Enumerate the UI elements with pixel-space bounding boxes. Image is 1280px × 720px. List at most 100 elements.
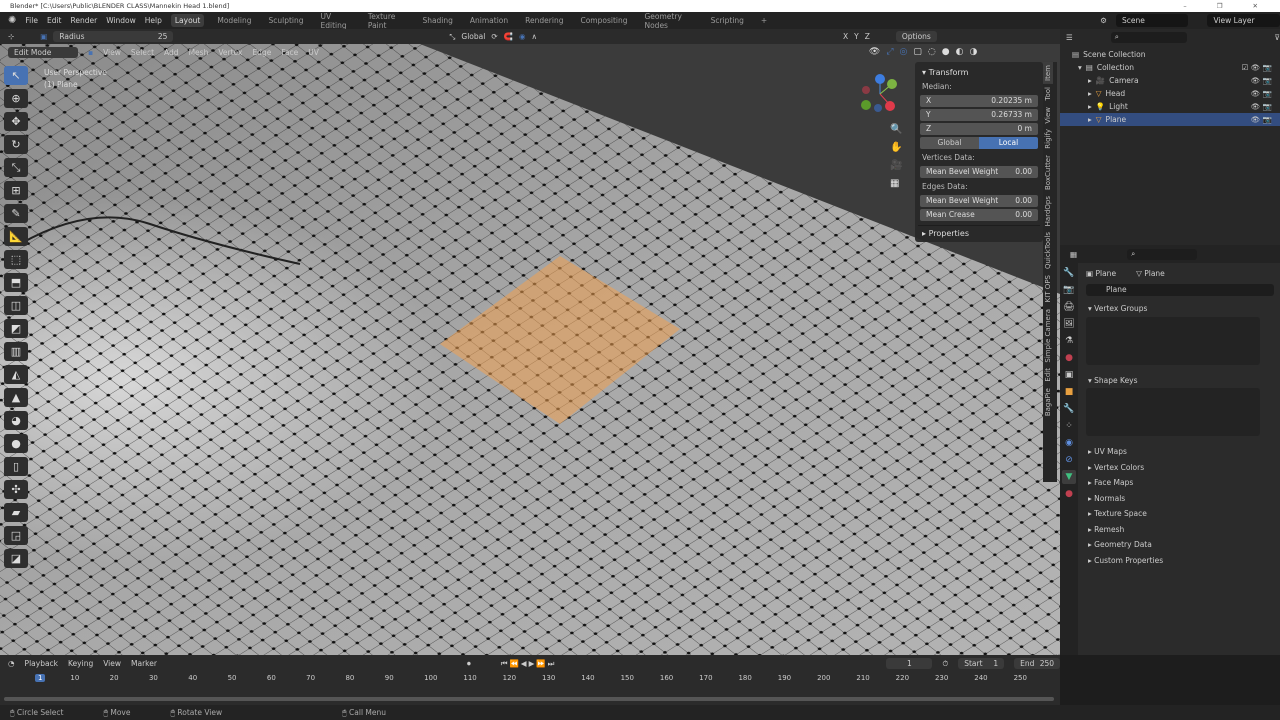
pan-hand-icon[interactable]: ✋ [890, 142, 902, 153]
collection-row[interactable]: ▾ ▤ Collection ☑ 👁 📷 [1060, 61, 1280, 74]
remesh-section[interactable]: ▸ Remesh [1080, 522, 1280, 538]
start-frame-field[interactable]: Start 1 [958, 658, 1005, 669]
face-maps-section[interactable]: ▸ Face Maps [1080, 475, 1280, 491]
gizmo-icon[interactable]: ⤢ [886, 47, 893, 57]
editor-type-icon[interactable]: ▦ [1070, 250, 1077, 259]
menu-mesh[interactable]: Mesh [189, 48, 209, 57]
bevel-tool-icon[interactable]: ◩ [4, 319, 28, 338]
view-menu[interactable]: View [103, 659, 121, 668]
tab-quicktools[interactable]: QuickTools [1043, 229, 1053, 272]
object-crumb[interactable]: ▣ Plane [1086, 269, 1116, 278]
tool-icon[interactable]: ⊹ [8, 32, 14, 41]
mirror-x[interactable]: X [843, 32, 848, 41]
falloff-icon[interactable]: ∧ [532, 32, 538, 41]
collection-tab-icon[interactable]: ▣ [1062, 368, 1076, 382]
visibility-eye-icon[interactable]: ☑ 👁 📷 [1242, 61, 1280, 74]
visibility-eye-icon[interactable]: 👁 📷 [1251, 100, 1280, 113]
expand-icon[interactable]: ▾ [1078, 61, 1082, 74]
object-tab-icon[interactable]: ■ [1062, 385, 1076, 399]
visibility-eye-icon[interactable]: 👁 📷 [1251, 87, 1280, 100]
visibility-icon[interactable]: 👁 [869, 47, 880, 57]
local-button[interactable]: Local [979, 137, 1038, 149]
tab-view[interactable]: View [1043, 104, 1053, 127]
geometry-data-section[interactable]: ▸ Geometry Data [1080, 537, 1280, 553]
output-tab-icon[interactable]: 🖨 [1062, 300, 1076, 314]
particles-tab-icon[interactable]: ⁘ [1062, 419, 1076, 433]
proportional-edit-icon[interactable]: ◉ [519, 32, 526, 41]
vertex-colors-section[interactable]: ▸ Vertex Colors [1080, 460, 1280, 476]
mesh-crumb[interactable]: ▽ Plane [1136, 269, 1165, 278]
select-mode-vertex-icon[interactable]: ▪ [88, 48, 93, 57]
mirror-z[interactable]: Z [865, 32, 870, 41]
menu-select[interactable]: Select [131, 48, 154, 57]
tab-tool[interactable]: Tool [1043, 84, 1053, 104]
physics-tab-icon[interactable]: ◉ [1062, 436, 1076, 450]
tab-sculpting[interactable]: Sculpting [265, 14, 308, 27]
shear-tool-icon[interactable]: ▰ [4, 503, 28, 522]
loop-cut-tool-icon[interactable]: ▥ [4, 342, 28, 361]
menu-edit[interactable]: Edit [47, 16, 62, 25]
mirror-y[interactable]: Y [854, 32, 859, 41]
frame-ruler[interactable]: 1 10 20 30 40 50 60 70 80 90 100 110 120 130 140 150 160… [0, 674, 1060, 686]
scene-selector[interactable]: Scene [1115, 14, 1189, 27]
rendered-shading-icon[interactable]: ◑ [970, 47, 978, 57]
tab-rigify[interactable]: Rigify [1043, 126, 1053, 152]
stopwatch-icon[interactable]: ⏱ [942, 659, 948, 669]
wireframe-shading-icon[interactable]: ◌ [928, 47, 936, 57]
visibility-eye-icon[interactable]: 👁 📷 [1251, 74, 1280, 87]
expand-icon[interactable]: ▸ [1088, 74, 1092, 87]
keying-menu[interactable]: Keying [68, 659, 93, 668]
poly-build-tool-icon[interactable]: ▲ [4, 388, 28, 407]
menu-vertex[interactable]: Vertex [218, 48, 242, 57]
transform-tool-icon[interactable]: ⊞ [4, 181, 28, 200]
outliner-item-camera[interactable]: ▸ 🎥 Camera 👁 📷 [1060, 74, 1280, 87]
properties-panel-header[interactable]: ▸ Properties [918, 225, 1040, 241]
scene-collection-row[interactable]: ▤ Scene Collection [1060, 48, 1280, 61]
tab-hardops[interactable]: HardOps [1043, 193, 1053, 229]
texture-space-section[interactable]: ▸ Texture Space [1080, 506, 1280, 522]
outliner-item-plane[interactable]: ▸ ▽ Plane 👁 📷 [1060, 113, 1280, 126]
x-field[interactable]: X 0.20235 m [920, 95, 1038, 107]
select-mode-icon[interactable]: ▣ [40, 32, 47, 41]
zoom-icon[interactable]: 🔍 [890, 124, 902, 135]
menu-help[interactable]: Help [145, 16, 162, 25]
outliner-item-light[interactable]: ▸ 💡 Light 👁 📷 [1060, 100, 1280, 113]
rip-tool-icon[interactable]: ◲ [4, 526, 28, 545]
menu-window[interactable]: Window [106, 16, 136, 25]
orientation-dropdown[interactable]: Global [461, 32, 485, 41]
y-field[interactable]: Y 0.26733 m [920, 109, 1038, 121]
shrink-fatten-tool-icon[interactable]: ✣ [4, 480, 28, 499]
solid-shading-icon[interactable]: ● [942, 47, 950, 57]
record-button[interactable]: ⏺ [467, 659, 471, 669]
uv-maps-section[interactable]: ▸ UV Maps [1080, 444, 1280, 460]
inset-tool-icon[interactable]: ◫ [4, 296, 28, 315]
menu-view[interactable]: View [103, 48, 121, 57]
current-frame-field[interactable]: 1 [886, 658, 933, 669]
knife-tool-icon[interactable]: ◭ [4, 365, 28, 384]
tab-simple-camera[interactable]: Simple Camera [1043, 306, 1053, 366]
material-tab-icon[interactable]: ● [1062, 487, 1076, 501]
tab-scripting[interactable]: Scripting [707, 14, 748, 27]
menu-render[interactable]: Render [70, 16, 97, 25]
mesh-data-name-field[interactable]: Plane [1086, 284, 1274, 296]
tab-animation[interactable]: Animation [466, 14, 512, 27]
modifier-tab-icon[interactable]: 🔧 [1062, 402, 1076, 416]
render-tab-icon[interactable]: 📷 [1062, 283, 1076, 297]
properties-search-input[interactable]: ⌕ [1127, 248, 1198, 260]
vertex-bevel-weight-field[interactable]: Mean Bevel Weight 0.00 [920, 166, 1038, 178]
mean-crease-field[interactable]: Mean Crease 0.00 [920, 209, 1038, 221]
end-frame-field[interactable]: End 250 [1014, 658, 1061, 669]
material-shading-icon[interactable]: ◐ [956, 47, 964, 57]
scene-tab-icon[interactable]: ⚗ [1062, 334, 1076, 348]
custom-properties-section[interactable]: ▸ Custom Properties [1080, 553, 1280, 569]
menu-add[interactable]: Add [164, 48, 179, 57]
timeline-editor-icon[interactable]: ◔ [8, 659, 15, 668]
select-tool-icon[interactable]: ↖ [4, 66, 28, 85]
view-layer-tab-icon[interactable]: 🖼 [1062, 317, 1076, 331]
tab-edit[interactable]: Edit [1043, 365, 1053, 385]
mesh-data-tab-icon[interactable]: ▼ [1062, 470, 1076, 484]
z-field[interactable]: Z 0 m [920, 123, 1038, 135]
annotate-tool-icon[interactable]: ✎ [4, 204, 28, 223]
expand-icon[interactable]: ▸ [1088, 100, 1092, 113]
world-tab-icon[interactable]: ● [1062, 351, 1076, 365]
